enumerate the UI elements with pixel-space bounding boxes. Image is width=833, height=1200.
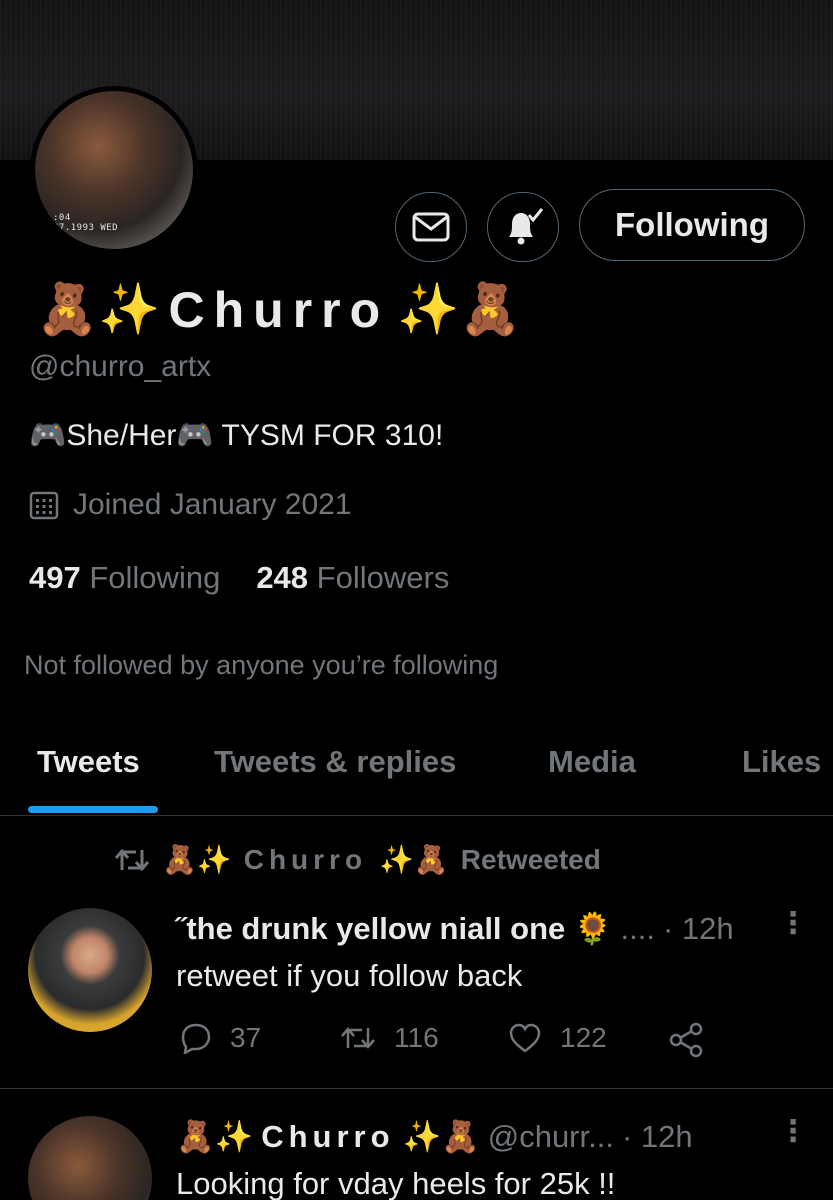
retweeter-name[interactable]: Churro [244,844,367,876]
tweet-text: Looking for vday heels for 25k !! [176,1166,616,1200]
author-prefix-emoji: 🧸✨ [176,1119,254,1155]
retweet-icon [114,848,150,871]
tweet-author-avatar[interactable] [28,1116,152,1200]
retweet-button[interactable]: 116 [340,1022,439,1054]
tweet-divider [0,1088,833,1089]
retweeter-prefix-emoji: 🧸✨ [162,843,232,876]
more-vertical-icon[interactable]: ⋮ [778,1114,808,1149]
tab-likes[interactable]: Likes [742,744,821,780]
heart-icon [509,1023,541,1053]
tweet-time[interactable]: · 12h [622,1119,693,1155]
profile-handle: @churro_artx [29,350,212,383]
joined-text: Joined January 2021 [73,488,352,521]
active-tab-indicator [28,806,158,813]
avatar-photo: :04 37.1993 WED [35,91,193,249]
retweet-context: 🧸✨ Churro ✨🧸 Retweeted [114,843,601,876]
share-button[interactable] [668,1022,704,1058]
display-name: 🧸✨ Churro ✨🧸 [36,280,522,339]
like-button[interactable]: 122 [508,1022,607,1054]
profile-tabs: Tweets Tweets & replies Media Likes [0,720,833,816]
following-count: 497 [29,560,81,595]
following-button[interactable]: Following [579,189,805,261]
name-suffix-emoji: ✨🧸 [397,280,522,338]
following-count-link[interactable]: 497 Following [29,560,220,595]
joined-date: Joined January 2021 [29,488,352,522]
tweet-author-name[interactable]: ˝the drunk yellow niall one 🌻 [176,910,612,947]
calendar-icon [29,491,59,520]
bell-check-icon [509,208,544,245]
tweet-actions: 37 116 122 [180,1022,720,1062]
like-count: 122 [560,1022,607,1053]
following-label: Following [89,560,221,595]
message-button[interactable] [395,192,467,262]
reply-icon [181,1023,211,1054]
retweet-count: 116 [394,1022,439,1053]
tab-media[interactable]: Media [548,744,636,780]
tweet-time[interactable]: · 12h [663,911,734,947]
tweet-text: retweet if you follow back [176,958,523,993]
followers-label: Followers [316,560,450,595]
name-prefix-emoji: 🧸✨ [36,280,161,338]
profile-avatar[interactable]: :04 37.1993 WED [30,86,198,254]
notifications-button[interactable] [487,192,559,262]
more-vertical-icon[interactable]: ⋮ [778,906,808,941]
tab-tweets-replies[interactable]: Tweets & replies [214,744,456,780]
tweet-header: ˝the drunk yellow niall one 🌻 .... · 12h [176,910,734,947]
display-name-text: Churro [168,281,390,338]
tweet-author-handle[interactable]: .... [620,911,654,947]
tweet-author-name[interactable]: Churro [261,1119,394,1155]
profile-bio: 🎮She/Her🎮 TYSM FOR 310! [29,419,444,452]
tweet-author-avatar[interactable] [28,908,152,1032]
tweet-header: 🧸✨ Churro ✨🧸 @churr... · 12h [176,1118,693,1156]
reply-button[interactable]: 37 [180,1022,261,1054]
follow-counts: 497 Following 248 Followers [29,560,449,596]
retweet-icon [341,1027,375,1049]
envelope-icon [412,212,450,242]
share-icon [669,1022,703,1058]
tweet-author-handle[interactable]: @churr... [488,1119,614,1155]
author-suffix-emoji: ✨🧸 [402,1119,480,1155]
avatar-stamp-text: :04 37.1993 WED [53,213,119,233]
followers-count-link[interactable]: 248 Followers [256,560,449,595]
retweeted-label: Retweeted [460,843,601,875]
tab-tweets[interactable]: Tweets [37,744,140,780]
not-followed-notice: Not followed by anyone you’re following [24,650,499,680]
retweeter-suffix-emoji: ✨🧸 [379,843,449,876]
reply-count: 37 [230,1022,262,1053]
followers-count: 248 [256,560,309,595]
